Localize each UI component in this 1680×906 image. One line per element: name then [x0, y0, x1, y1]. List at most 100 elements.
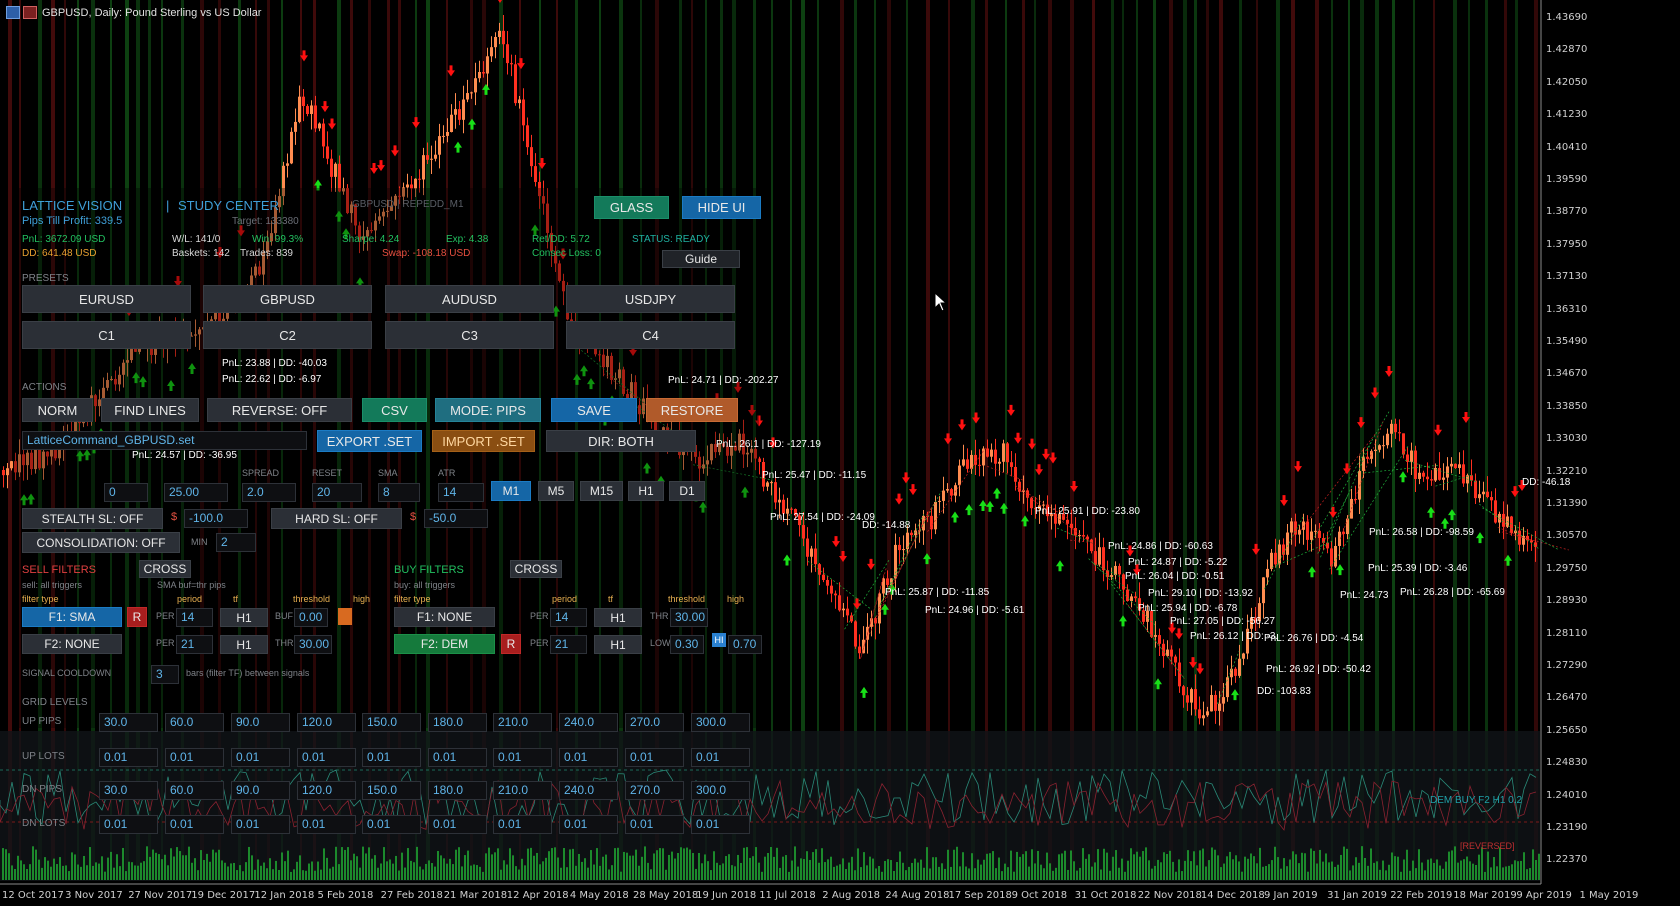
preset-audusd-button[interactable]: AUDUSD [385, 285, 554, 313]
dn-lots-level-5-input[interactable]: 0.01 [362, 815, 421, 834]
hard-sl-input[interactable]: -50.0 [424, 509, 488, 528]
timeframe-h1-button[interactable]: H1 [628, 481, 664, 501]
up-pips-level-3-input[interactable]: 90.0 [231, 713, 290, 732]
buy-f1-tf-select[interactable]: H1 [594, 608, 642, 627]
dn-lots-level-10-input[interactable]: 0.01 [691, 815, 750, 834]
buy-f2-tf-select[interactable]: H1 [594, 635, 642, 654]
up-pips-level-5-input[interactable]: 150.0 [362, 713, 421, 732]
param-field-1[interactable]: 25.00 [164, 483, 228, 502]
preset-usdjpy-button[interactable]: USDJPY [566, 285, 735, 313]
buy-f2-hi-label[interactable]: HI [712, 633, 726, 647]
sma-input[interactable]: 8 [378, 483, 420, 502]
save-button[interactable]: SAVE [551, 398, 637, 422]
dn-lots-level-7-input[interactable]: 0.01 [493, 815, 552, 834]
reset-input[interactable]: 20 [312, 483, 362, 502]
timeframe-d1-button[interactable]: D1 [669, 481, 705, 501]
up-lots-level-1-input[interactable]: 0.01 [99, 748, 158, 767]
up-pips-level-8-input[interactable]: 240.0 [559, 713, 618, 732]
export-set-button[interactable]: EXPORT .SET [317, 430, 422, 452]
csv-button[interactable]: CSV [362, 398, 427, 422]
timeframe-m15-button[interactable]: M15 [580, 481, 623, 501]
spread-input[interactable]: 2.0 [242, 483, 296, 502]
dn-pips-level-1-input[interactable]: 30.0 [99, 781, 158, 800]
chart-menu-icon[interactable] [6, 6, 20, 19]
stealth-sl-input[interactable]: -100.0 [184, 509, 248, 528]
up-pips-level-9-input[interactable]: 270.0 [625, 713, 684, 732]
dn-lots-level-4-input[interactable]: 0.01 [297, 815, 356, 834]
up-pips-level-1-input[interactable]: 30.0 [99, 713, 158, 732]
sell-f1-reverse-button[interactable]: R [127, 607, 147, 627]
up-lots-level-9-input[interactable]: 0.01 [625, 748, 684, 767]
direction-toggle[interactable]: DIR: BOTH [546, 430, 696, 452]
buy-f1-select[interactable]: F1: NONE [394, 607, 495, 627]
preset-c4-button[interactable]: C4 [566, 321, 735, 349]
sell-f1-high-toggle[interactable] [338, 608, 352, 625]
sell-f1-period-input[interactable]: 14 [176, 608, 213, 627]
timeframe-m5-button[interactable]: M5 [538, 481, 574, 501]
preset-c1-button[interactable]: C1 [22, 321, 191, 349]
buy-f2-low-input[interactable]: 0.30 [670, 635, 704, 654]
study-center-link[interactable]: STUDY CENTER [178, 198, 279, 213]
hide-ui-button[interactable]: HIDE UI [682, 196, 761, 219]
preset-c3-button[interactable]: C3 [385, 321, 554, 349]
dn-pips-level-2-input[interactable]: 60.0 [165, 781, 224, 800]
glass-button[interactable]: GLASS [594, 196, 669, 219]
buy-f2-high-input[interactable]: 0.70 [728, 635, 762, 654]
up-lots-level-6-input[interactable]: 0.01 [428, 748, 487, 767]
mode-pips-toggle[interactable]: MODE: PIPS [435, 398, 541, 422]
set-file-input[interactable]: LatticeCommand_GBPUSD.set [22, 431, 307, 450]
sell-f2-tf-select[interactable]: H1 [220, 635, 268, 654]
sell-f1-buf-input[interactable]: 0.00 [294, 608, 328, 627]
up-lots-level-7-input[interactable]: 0.01 [493, 748, 552, 767]
buy-f1-thr-input[interactable]: 30.00 [670, 608, 708, 627]
chart-properties-icon[interactable] [23, 6, 37, 19]
buy-f1-period-input[interactable]: 14 [550, 608, 587, 627]
cooldown-input[interactable]: 3 [151, 665, 179, 684]
dn-pips-level-4-input[interactable]: 120.0 [297, 781, 356, 800]
dn-lots-level-6-input[interactable]: 0.01 [428, 815, 487, 834]
up-pips-level-2-input[interactable]: 60.0 [165, 713, 224, 732]
dn-pips-level-8-input[interactable]: 240.0 [559, 781, 618, 800]
dn-lots-level-3-input[interactable]: 0.01 [231, 815, 290, 834]
buy-cross-button[interactable]: CROSS [510, 560, 562, 578]
dn-pips-level-5-input[interactable]: 150.0 [362, 781, 421, 800]
guide-button[interactable]: Guide [662, 250, 740, 268]
sell-f2-period-input[interactable]: 21 [176, 635, 213, 654]
up-lots-level-3-input[interactable]: 0.01 [231, 748, 290, 767]
buy-f2-select[interactable]: F2: DEM [394, 634, 495, 654]
timeframe-m1-button[interactable]: M1 [491, 481, 531, 501]
sell-f2-thr-input[interactable]: 30.00 [294, 635, 332, 654]
reverse-toggle[interactable]: REVERSE: OFF [207, 398, 352, 422]
dn-lots-level-8-input[interactable]: 0.01 [559, 815, 618, 834]
up-lots-level-2-input[interactable]: 0.01 [165, 748, 224, 767]
dn-pips-level-3-input[interactable]: 90.0 [231, 781, 290, 800]
find-lines-button[interactable]: FIND LINES [101, 398, 199, 422]
min-input[interactable]: 2 [216, 533, 256, 552]
up-pips-level-7-input[interactable]: 210.0 [493, 713, 552, 732]
preset-c2-button[interactable]: C2 [203, 321, 372, 349]
sell-f1-select[interactable]: F1: SMA [22, 607, 122, 627]
buy-f2-period-input[interactable]: 21 [550, 635, 587, 654]
dn-pips-level-10-input[interactable]: 300.0 [691, 781, 750, 800]
sell-cross-button[interactable]: CROSS [139, 560, 191, 578]
dn-lots-level-1-input[interactable]: 0.01 [99, 815, 158, 834]
sell-f2-select[interactable]: F2: NONE [22, 634, 122, 654]
dn-pips-level-9-input[interactable]: 270.0 [625, 781, 684, 800]
consolidation-toggle[interactable]: CONSOLIDATION: OFF [22, 532, 180, 553]
preset-gbpusd-button[interactable]: GBPUSD [203, 285, 372, 313]
preset-eurusd-button[interactable]: EURUSD [22, 285, 191, 313]
param-field-0[interactable]: 0 [104, 483, 148, 502]
import-set-button[interactable]: IMPORT .SET [432, 430, 535, 452]
up-pips-level-10-input[interactable]: 300.0 [691, 713, 750, 732]
up-lots-level-4-input[interactable]: 0.01 [297, 748, 356, 767]
dn-lots-level-9-input[interactable]: 0.01 [625, 815, 684, 834]
restore-button[interactable]: RESTORE [646, 398, 738, 422]
up-pips-level-4-input[interactable]: 120.0 [297, 713, 356, 732]
sell-f1-tf-select[interactable]: H1 [220, 608, 268, 627]
up-lots-level-10-input[interactable]: 0.01 [691, 748, 750, 767]
hard-sl-toggle[interactable]: HARD SL: OFF [271, 508, 402, 529]
dn-lots-level-2-input[interactable]: 0.01 [165, 815, 224, 834]
up-lots-level-5-input[interactable]: 0.01 [362, 748, 421, 767]
dn-pips-level-6-input[interactable]: 180.0 [428, 781, 487, 800]
buy-f2-reverse-button[interactable]: R [501, 634, 521, 654]
